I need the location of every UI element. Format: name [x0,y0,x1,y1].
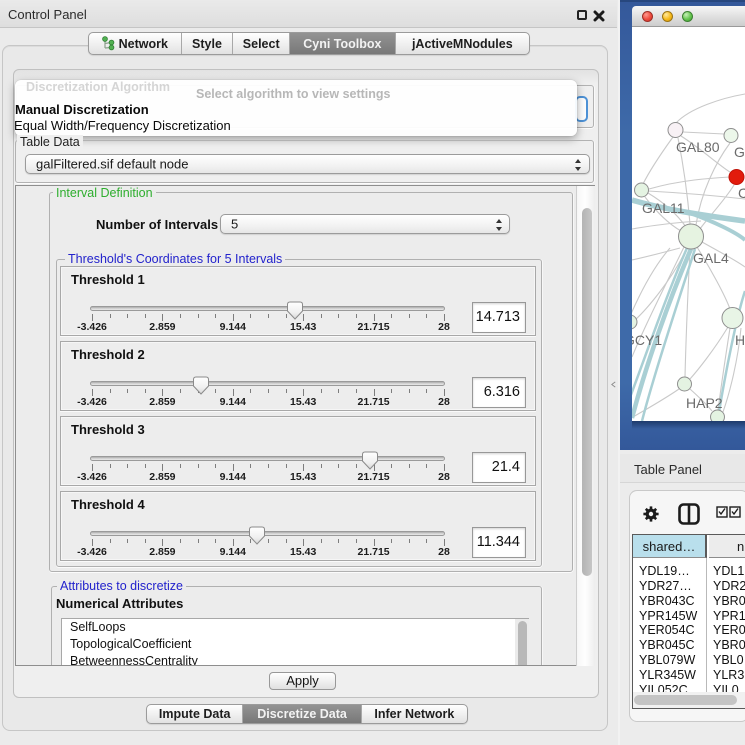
svg-text:HAP2: HAP2 [686,395,723,411]
svg-text:C: C [738,185,745,201]
svg-text:GAL11: GAL11 [642,200,685,216]
svg-text:GCY1: GCY1 [632,332,662,348]
svg-text:H: H [735,332,745,348]
svg-text:GAL80: GAL80 [676,139,720,155]
svg-text:G..: G.. [734,144,745,160]
svg-text:GAL4: GAL4 [693,250,729,266]
